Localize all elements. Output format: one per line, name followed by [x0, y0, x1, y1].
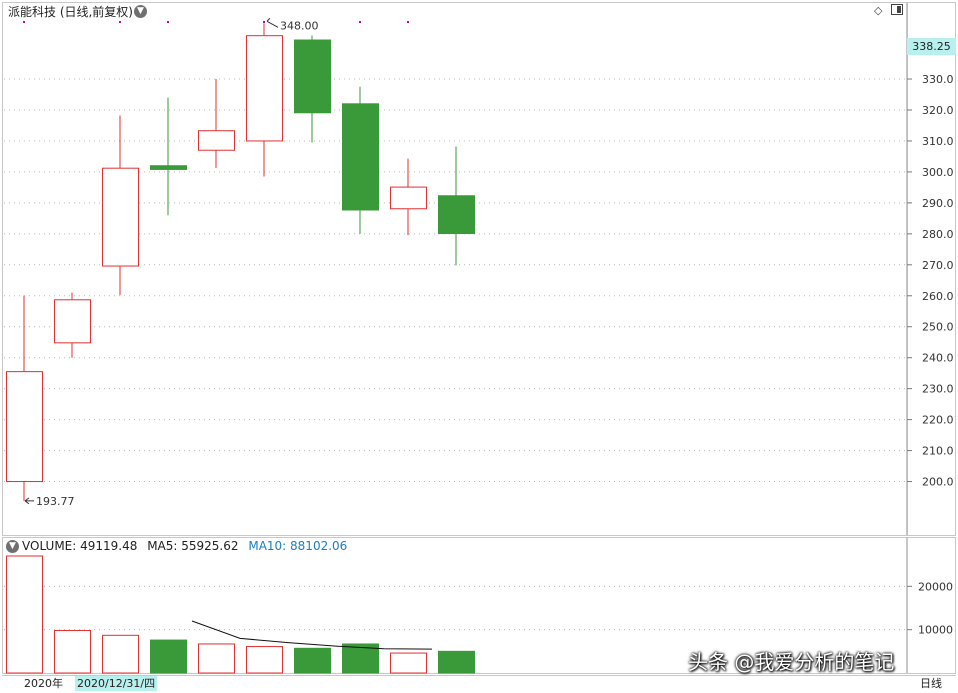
event-marker-dot [23, 21, 25, 23]
chart-canvas[interactable]: 200.0 210.0 220.0 230.0 240.0 250.0 260.0 270.0… [0, 0, 958, 692]
price-tick-label: 320.0 [922, 104, 954, 117]
time-axis-year: 2020年 [24, 677, 63, 690]
candle-body [390, 186, 427, 210]
event-marker-dot [407, 21, 409, 23]
candle-body [246, 35, 283, 142]
candle-body [294, 39, 331, 114]
candle-body [342, 103, 379, 211]
high-annotation-label: 348.00 [280, 19, 319, 32]
price-tick-label: 280.0 [922, 228, 954, 241]
price-tick-label: 300.0 [922, 166, 954, 179]
period-label[interactable]: 日线 [920, 676, 942, 691]
high-marker-arrow [266, 17, 279, 28]
price-tick-label: 210.0 [922, 445, 954, 458]
price-tick-label: 260.0 [922, 290, 954, 303]
price-tick-label: 290.0 [922, 197, 954, 210]
candle-body [6, 371, 43, 483]
volume-bar [6, 555, 43, 674]
event-marker-dot [167, 21, 169, 23]
candle-body [102, 167, 139, 267]
candle-body [198, 130, 235, 151]
price-tick-label: 330.0 [922, 73, 954, 86]
candle-body [438, 195, 475, 235]
watermark: 头条 @我爱分析的笔记 [688, 650, 895, 674]
volume-bar [390, 652, 427, 674]
price-tick-label: 200.0 [922, 476, 954, 489]
time-axis-current-date: 2020/12/31/四 [75, 676, 158, 691]
low-annotation-label: 193.77 [36, 495, 75, 508]
price-tick-label: 310.0 [922, 135, 954, 148]
volume-bar [150, 639, 187, 674]
volume-tick-label: 10000 [918, 624, 953, 637]
price-tick-label: 220.0 [922, 414, 954, 427]
volume-bar [438, 650, 475, 674]
event-marker-dot [119, 21, 121, 23]
price-tick-label: 270.0 [922, 259, 954, 272]
volume-bar [198, 643, 235, 674]
volume-bar [54, 630, 91, 674]
price-tick-label: 240.0 [922, 352, 954, 365]
event-marker-dot [263, 21, 265, 23]
event-marker-dot [359, 21, 361, 23]
candle-body [54, 299, 91, 344]
low-marker-arrow [24, 497, 34, 505]
volume-tick-label: 20000 [918, 580, 953, 593]
price-tick-label: 250.0 [922, 321, 954, 334]
price-tick-label: 230.0 [922, 383, 954, 396]
volume-bar [102, 634, 139, 674]
volume-bar [246, 646, 283, 674]
volume-bar [294, 647, 331, 674]
candle-body [150, 165, 187, 170]
